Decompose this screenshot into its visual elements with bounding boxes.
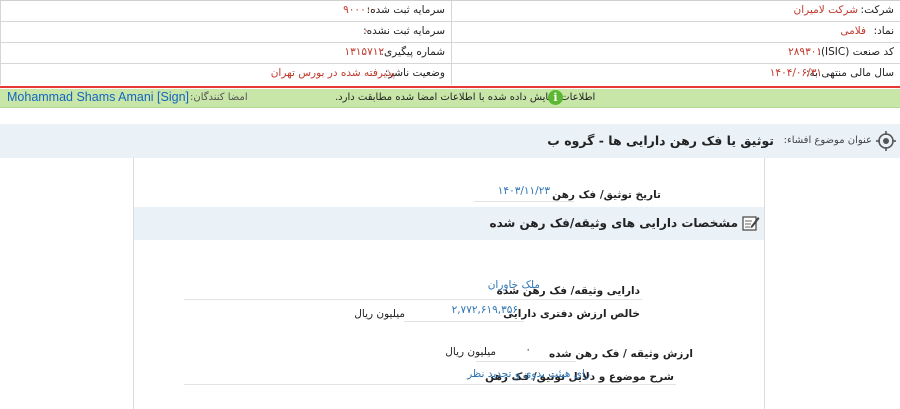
page-title: توثیق یا فک رهن دارایی ها - گروه ب <box>547 133 774 148</box>
info-icon: i <box>548 90 563 105</box>
company-cell: شرکت: شرکت لامیران <box>451 1 900 22</box>
collateral-underline <box>476 361 576 362</box>
reason-underline <box>184 384 676 385</box>
capital-unregistered-label: سرمایه ثبت نشده: <box>363 25 445 37</box>
asset-underline <box>184 299 642 300</box>
header-divider <box>0 86 900 88</box>
disclosure-form-panel: تاریخ توثیق/ فک رهن ۱۴۰۳/۱۱/۲۳ مشخصات دا… <box>133 158 765 409</box>
info-row-2: نماد: فلامی سرمایه ثبت نشده: ۰ <box>0 22 900 43</box>
symbol-label: نماد: <box>873 25 894 37</box>
capital-registered-cell: سرمایه ثبت شده: ۹۰۰۰۰۰ <box>0 1 451 22</box>
target-icon <box>876 131 896 151</box>
isic-value: ۲۸۹۳۰۱ <box>788 46 822 58</box>
collateral-value: ۰ <box>525 344 531 356</box>
symbol-value[interactable]: فلامی <box>840 25 866 37</box>
info-row-1: شرکت: شرکت لامیران سرمایه ثبت شده: ۹۰۰۰۰… <box>0 1 900 22</box>
book-value: ۲,۷۷۲,۶۱۹,۳۵۶ <box>451 304 518 316</box>
edit-icon <box>742 216 760 231</box>
date-underline <box>474 201 574 202</box>
info-row-3: کد صنعت (ISIC): ۲۸۹۳۰۱ شماره پیگیری: ۱۳۱… <box>0 43 900 64</box>
date-value: ۱۴۰۳/۱۱/۲۳ <box>497 185 550 197</box>
signer-name[interactable]: Mohammad Shams Amani [Sign] <box>7 90 189 104</box>
company-label: شرکت: <box>860 4 894 16</box>
isic-label: کد صنعت (ISIC): <box>817 46 894 58</box>
subject-bar: عنوان موضوع افشاء: توثیق یا فک رهن دارای… <box>0 124 900 158</box>
reason-value: رای هیئت بدوی و تجدید نظر <box>467 368 590 380</box>
capital-registered-label: سرمایه ثبت شده: <box>366 4 445 16</box>
book-value-underline <box>404 321 524 322</box>
asset-value: ملک خاوران <box>487 279 540 291</box>
publisher-status-value: پذیرفته شده در بورس تهران <box>270 67 395 79</box>
capital-registered-value: ۹۰۰۰۰۰ <box>343 4 377 16</box>
book-value-label: خالص ارزش دفتری دارایی <box>503 308 640 320</box>
tracking-label: شماره پیگیری: <box>380 46 445 58</box>
company-value[interactable]: شرکت لامیران <box>794 4 858 16</box>
collateral-label: ارزش وثیقه / فک رهن شده <box>549 348 693 360</box>
tracking-value: ۱۳۱۵۷۱۲ <box>344 46 384 58</box>
company-info-table: شرکت: شرکت لامیران سرمایه ثبت شده: ۹۰۰۰۰… <box>0 0 900 86</box>
signers-label: امضا کنندگان: <box>190 92 248 103</box>
section-header: مشخصات دارایی های وثیقه/فک رهن شده <box>134 207 764 240</box>
collateral-unit-1: میلیون ریال <box>445 346 496 358</box>
date-label: تاریخ توثیق/ فک رهن <box>552 189 661 201</box>
fiscal-value: ۱۴۰۴/۰۶/۳۱ <box>769 67 822 79</box>
capital-unregistered-value: ۰ <box>363 25 369 37</box>
subject-label: عنوان موضوع افشاء: <box>783 135 872 146</box>
section-title: مشخصات دارایی های وثیقه/فک رهن شده <box>489 216 738 230</box>
book-value-unit: میلیون ریال <box>354 308 405 320</box>
signature-status-bar: Mohammad Shams Amani [Sign] امضا کنندگان… <box>0 89 900 108</box>
info-row-4: سال مالی منتهی به: ۱۴۰۴/۰۶/۳۱ وضعیت ناشر… <box>0 64 900 87</box>
